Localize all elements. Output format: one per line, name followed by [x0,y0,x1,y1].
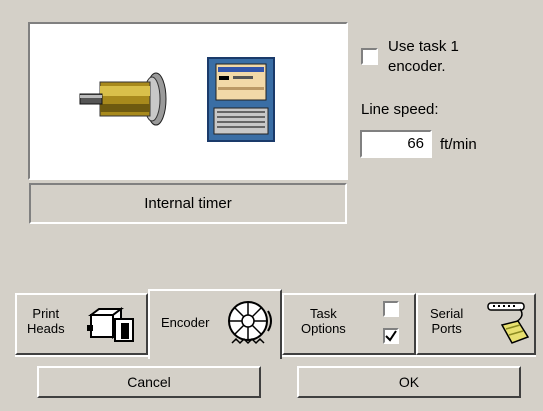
preview-illustration [79,57,275,142]
line-speed-caption: Line speed: [361,101,439,118]
tab-serial-ports-line1: Serial [430,306,464,321]
tab-serial-ports-line2: Ports [431,321,462,336]
tab-print-heads-line1: Print [32,306,60,321]
tab-print-heads-line2: Heads [27,321,65,336]
encoder-shaft-icon [79,72,167,126]
tab-encoder[interactable]: Encoder [148,289,282,359]
ok-button[interactable]: OK [297,366,521,398]
line-speed-unit: ft/min [440,136,477,153]
cancel-button[interactable]: Cancel [37,366,261,398]
serial-cable-icon [487,302,530,344]
tab-task-options-line2: Options [301,321,346,336]
tab-task-options[interactable]: Task Options [282,293,416,355]
computer-terminal-icon [207,57,275,142]
tab-serial-ports[interactable]: Serial Ports [416,293,536,355]
use-task1-encoder-checkbox[interactable] [361,48,378,65]
check-mark-icon [385,330,397,342]
tab-print-heads[interactable]: Print Heads [15,293,148,355]
tab-task-options-label: Task Options [301,306,346,336]
encoder-wheel-icon [228,301,272,345]
encoder-mode-label: Internal timer [29,183,347,224]
use-task1-encoder-label[interactable]: Use task 1 encoder. [388,37,498,77]
tab-task-options-line1: Task [310,306,337,321]
tab-print-heads-label: Print Heads [27,306,65,336]
use-task1-encoder-label-line2: encoder. [388,58,446,75]
checkbox-options-icon [383,301,399,317]
print-heads-icon [87,307,134,342]
checkbox-options-checked-icon [383,328,399,344]
encoder-preview-panel [28,22,348,180]
tab-encoder-label: Encoder [161,315,210,330]
tab-serial-ports-label: Serial Ports [430,306,463,336]
line-speed-input[interactable]: 66 [360,130,432,158]
use-task1-encoder-label-line1: Use task 1 [388,38,459,55]
